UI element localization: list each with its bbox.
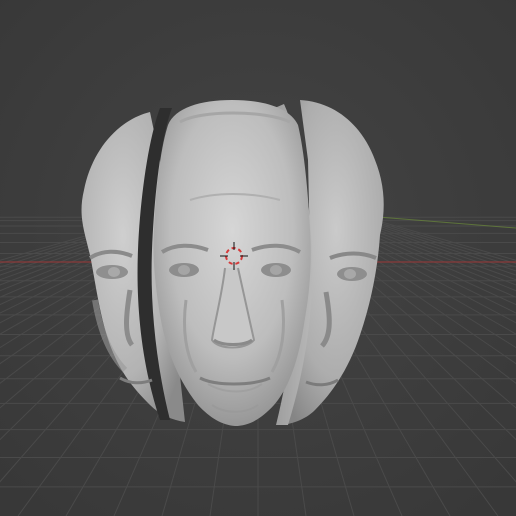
center-right-iris [270,265,282,275]
center-left-iris [178,265,190,275]
viewport-canvas[interactable] [0,0,516,516]
left-eye-iris [108,267,120,277]
right-eye-iris [344,269,356,279]
3d-viewport[interactable] [0,0,516,516]
